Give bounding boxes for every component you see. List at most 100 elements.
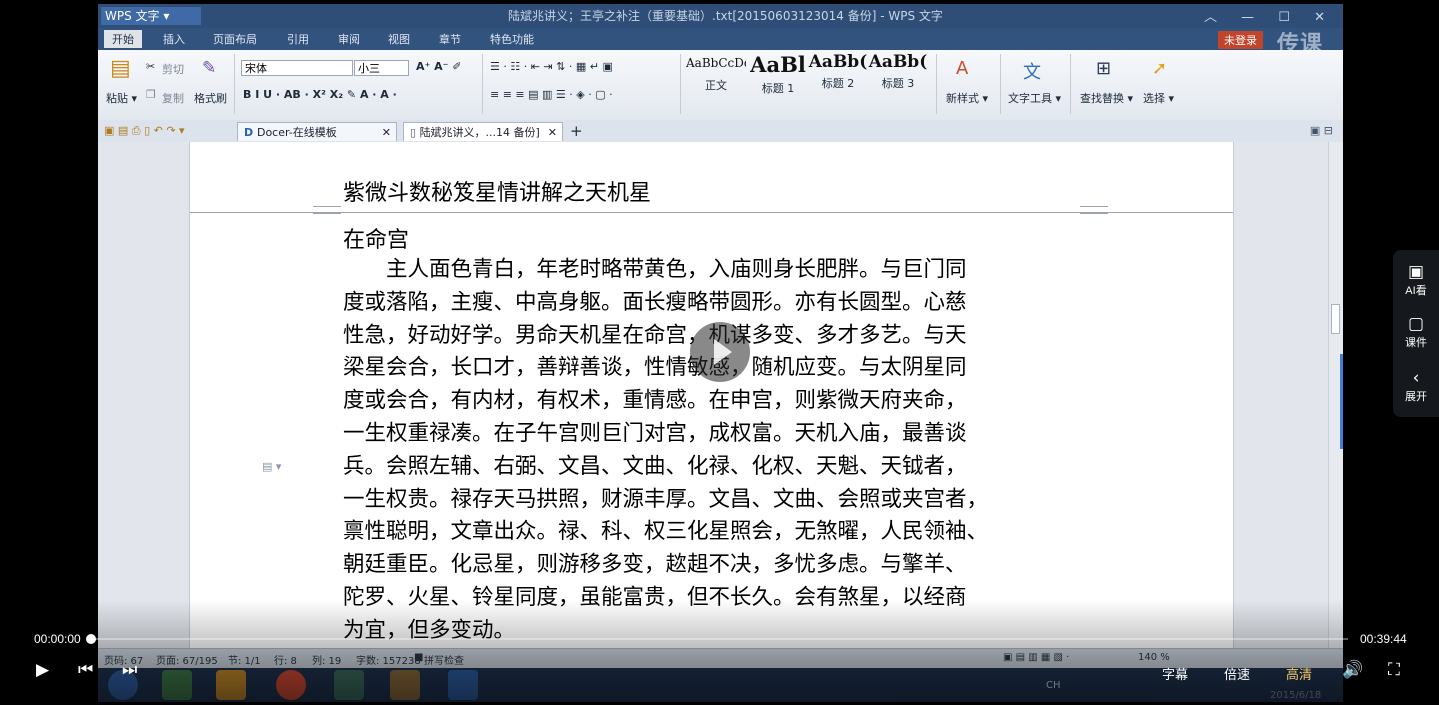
view-toggle-icons[interactable]: ▣ ⊟ <box>1310 124 1333 137</box>
close-icon[interactable]: ✕ <box>382 123 391 142</box>
fullscreen-icon[interactable]: ⛶ <box>1388 660 1400 680</box>
menu-review[interactable]: 审阅 <box>338 31 360 47</box>
menu-features[interactable]: 特色功能 <box>490 31 534 47</box>
new-style-button[interactable]: 新样式 ▾ <box>946 90 988 106</box>
menu-view[interactable]: 视图 <box>388 31 410 47</box>
menu-chapter[interactable]: 章节 <box>439 31 461 47</box>
volume-icon[interactable]: 🔊 <box>1342 660 1363 680</box>
progress-bar[interactable] <box>86 634 1348 644</box>
app-menu-button[interactable]: WPS 文字 ▾ <box>101 7 201 25</box>
ribbon-separator <box>482 54 483 114</box>
next-icon[interactable]: ⏭ <box>122 660 137 680</box>
login-button[interactable]: 未登录 <box>1218 31 1263 49</box>
chevron-left-icon: ‹ <box>1412 368 1420 388</box>
center-play-button[interactable] <box>690 322 750 382</box>
new-tab-icon[interactable]: + <box>570 122 583 140</box>
status-column: 列: 19 <box>312 656 342 667</box>
tab-label: Docer-在线模板 <box>256 126 337 139</box>
paragraph-marker-icon[interactable]: ▤ ▾ <box>262 460 281 473</box>
window-controls[interactable]: ︿ — ☐ ✕ <box>1204 6 1335 25</box>
paste-icon[interactable]: ▤ <box>110 56 131 81</box>
ai-watch-button[interactable]: ▣ AI看 <box>1393 262 1439 298</box>
chrome-icon[interactable] <box>276 670 306 700</box>
copy-icon[interactable]: ❐ <box>146 88 156 101</box>
cut-icon[interactable]: ✂ <box>146 60 155 73</box>
find-replace-button[interactable]: 查找替换 ▾ <box>1080 90 1133 106</box>
header-divider <box>190 212 1233 213</box>
expand-button[interactable]: ‹ 展开 <box>1393 368 1439 404</box>
menu-page-layout[interactable]: 页面布局 <box>213 31 257 47</box>
courseware-icon: ▢ <box>1407 314 1425 334</box>
status-word-count[interactable]: 字数: 157238 <box>356 652 421 667</box>
list-icons[interactable]: ☰ · ☷ · ⇤ ⇥ ⇅ · ▦ ↵ ▣ <box>490 60 613 73</box>
alignment-icons[interactable]: ≡ ≡ ≡ ▤ ▥ ☰ · ◈ · ▢ · <box>490 88 613 101</box>
play-icon[interactable]: ▶ <box>36 660 49 680</box>
status-row: 行: 8 <box>274 656 297 667</box>
style-normal[interactable]: AaBbCcDd 正文 <box>686 52 746 94</box>
section-title: 在命宫 <box>343 228 410 253</box>
subtitles-button[interactable]: 字幕 <box>1162 664 1188 683</box>
ime-indicator[interactable]: CH <box>1046 680 1061 691</box>
new-style-icon[interactable]: A <box>956 58 968 79</box>
text-tools-icon[interactable]: 文 <box>1023 58 1041 84</box>
grow-font-icon[interactable]: A⁺ A⁻ ✐ <box>416 60 462 73</box>
paste-button[interactable]: 粘贴 ▾ <box>106 90 137 106</box>
select-button[interactable]: 选择 ▾ <box>1143 90 1174 106</box>
vertical-scrollbar[interactable] <box>1328 142 1343 648</box>
quick-access-icons[interactable]: ▣ ▤ ⎙ ▯ ↶ ↷ ▾ <box>104 124 185 138</box>
ribbon-separator <box>680 54 681 114</box>
taskbar-date: 2015/6/18 <box>1270 690 1322 701</box>
format-painter-icon[interactable]: ✎ <box>202 58 216 78</box>
text-tools-button[interactable]: 文字工具 ▾ <box>1008 90 1061 106</box>
body-paragraph: 主人面色青白，年老时略带黄色，入庙则身长肥胖。与巨门同 度或落陷，主瘦、中高身躯… <box>343 254 1081 648</box>
ai-icon: ▣ <box>1407 262 1425 282</box>
progress-handle[interactable] <box>86 634 96 644</box>
close-icon[interactable]: ✕ <box>548 123 557 142</box>
style-heading-1[interactable]: AaBl 标题 1 <box>748 52 808 95</box>
menu-insert[interactable]: 插入 <box>163 31 185 47</box>
status-spell-check[interactable]: 拼写检查 <box>424 652 464 667</box>
tab-docer[interactable]: D Docer-在线模板 ✕ <box>237 122 397 141</box>
style-heading-3[interactable]: AaBb( 标题 3 <box>868 52 928 94</box>
paragraph-line: 兵。会照左辅、右弼、文昌、文曲、化禄、化权、天魁、天钺者， <box>343 453 967 479</box>
binoculars-icon[interactable]: ⊞ <box>1096 58 1111 79</box>
taskbar-app-icon[interactable] <box>216 670 246 700</box>
previous-icon[interactable]: ⏮ <box>78 660 93 680</box>
view-mode-icons[interactable]: ▣ ▤ ▥ ▦ ▧ · <box>1003 652 1069 663</box>
document-area: 紫微斗数秘笈星情讲解之天机星 在命宫 ▤ ▾ 主人面色青白，年老时略带黄色，入庙… <box>98 142 1343 648</box>
format-painter-button[interactable]: 格式刷 <box>194 90 227 106</box>
menu-home[interactable]: 开始 <box>104 30 142 48</box>
scrollbar-thumb[interactable] <box>1331 304 1340 334</box>
tab-label: 陆斌兆讲义，...14 备份] <box>419 126 540 139</box>
menu-references[interactable]: 引用 <box>287 31 309 47</box>
font-format-icons[interactable]: B I U · AB · X² X₂ ✎ A · A · <box>243 88 397 101</box>
scroll-marker <box>1340 354 1343 449</box>
taskbar-app-icon[interactable] <box>162 670 192 700</box>
quality-button[interactable]: 高清 <box>1286 664 1312 683</box>
copy-button[interactable]: 复制 <box>162 90 184 106</box>
font-size-select[interactable]: 小三 <box>354 60 409 76</box>
paragraph-line: 为宜，但多变动。 <box>343 617 516 643</box>
document-icon: ▯ <box>410 126 420 139</box>
cursor-select-icon[interactable]: ➚ <box>1152 58 1167 79</box>
menu-bar: 开始 插入 页面布局 引用 审阅 视图 章节 特色功能 未登录 传课 <box>98 28 1343 57</box>
paragraph-line: 朝廷重臣。化忌星，则游移多变，趑趄不决，多忧多虑。与擎羊、 <box>343 552 967 578</box>
ribbon-separator <box>234 54 235 114</box>
tab-document[interactable]: ▯ 陆斌兆讲义，...14 备份] ✕ <box>403 122 563 141</box>
speed-button[interactable]: 倍速 <box>1224 664 1250 683</box>
cut-button[interactable]: 剪切 <box>162 61 184 77</box>
font-name-select[interactable]: 宋体 <box>241 60 353 76</box>
ribbon: ▤ 粘贴 ▾ ✂ 剪切 ❐ 复制 ✎ 格式刷 宋体 小三 A⁺ A⁻ ✐ B I… <box>98 50 1343 121</box>
video-frame: WPS 文字 ▾ 陆斌兆讲义；王亭之补注（重要基础）.txt[201506031… <box>0 0 1439 705</box>
zoom-level[interactable]: 140 % <box>1138 652 1170 663</box>
paragraph-line: 主人面色青白，年老时略带黄色，入庙则身长肥胖。与巨门同 <box>343 257 967 282</box>
style-heading-2[interactable]: AaBb( 标题 2 <box>808 52 868 94</box>
side-panel: ▣ AI看 ▢ 课件 ‹ 展开 <box>1393 250 1439 417</box>
ribbon-separator <box>1070 54 1071 114</box>
courseware-button[interactable]: ▢ 课件 <box>1393 314 1439 350</box>
taskbar-app-icon[interactable] <box>334 670 364 700</box>
taskbar-app-icon[interactable] <box>390 670 420 700</box>
document-page[interactable]: 紫微斗数秘笈星情讲解之天机星 在命宫 ▤ ▾ 主人面色青白，年老时略带黄色，入庙… <box>189 142 1234 648</box>
wps-writer-icon[interactable] <box>448 670 478 700</box>
title-bar: WPS 文字 ▾ 陆斌兆讲义；王亭之补注（重要基础）.txt[201506031… <box>98 4 1343 28</box>
